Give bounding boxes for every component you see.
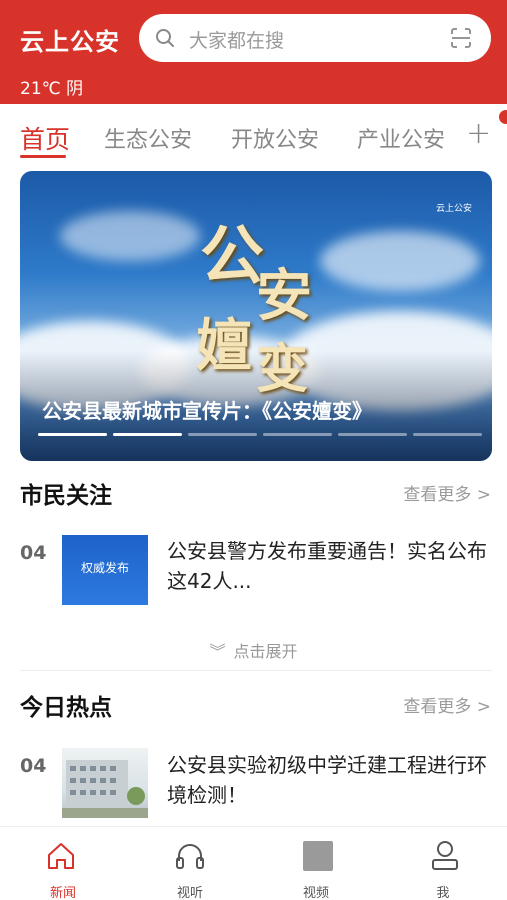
calligraphy-char: 安 bbox=[256, 263, 312, 329]
more-link-citizen[interactable]: 查看更多 > bbox=[403, 480, 491, 505]
tab-open[interactable]: 开放公安 bbox=[231, 122, 319, 154]
news-rank: 04 bbox=[20, 755, 47, 777]
scan-icon[interactable] bbox=[449, 26, 473, 50]
banner-carousel[interactable]: 公 安 嬗 变 云上公安 公安县最新城市宣传片：《公安嬗变》 bbox=[20, 171, 492, 461]
news-title: 公安县实验初级中学迁建工程进行环境检测！ bbox=[167, 753, 487, 807]
section-title-citizen: 市民关注 bbox=[20, 483, 112, 509]
home-icon bbox=[48, 843, 74, 869]
news-title: 公安县警方发布重要通告！实名公布这42人... bbox=[167, 539, 487, 593]
nav-me[interactable]: 我 bbox=[380, 827, 506, 900]
tab-industry[interactable]: 产业公安 bbox=[357, 122, 445, 154]
search-placeholder: 大家都在搜 bbox=[189, 30, 285, 52]
nav-label: 视听 bbox=[176, 886, 203, 900]
search-bar[interactable]: 大家都在搜 bbox=[139, 14, 491, 62]
video-icon bbox=[303, 841, 333, 871]
expand-label: 点击展开 bbox=[233, 642, 298, 661]
nav-label: 我 bbox=[436, 886, 450, 900]
app-title: 云上公安 bbox=[20, 28, 120, 56]
search-icon bbox=[156, 29, 174, 47]
app-header: 云上公安 大家都在搜 21℃ 阴 bbox=[0, 0, 507, 104]
nav-news[interactable]: 新闻 bbox=[0, 827, 126, 900]
banner-caption[interactable]: 公安县最新城市宣传片：《公安嬗变》 bbox=[42, 395, 372, 424]
channel-tabs: 首页 生态公安 开放公安 产业公安 + bbox=[0, 104, 507, 166]
calligraphy-char: 公 bbox=[200, 219, 264, 294]
user-icon bbox=[432, 841, 458, 870]
nav-label: 新闻 bbox=[49, 886, 76, 900]
section-title-hot: 今日热点 bbox=[20, 695, 112, 721]
carousel-indicator bbox=[38, 433, 482, 437]
thumbnail-caption: 权威发布 bbox=[80, 561, 129, 575]
calligraphy-char: 嬗 bbox=[196, 313, 252, 379]
news-rank: 04 bbox=[20, 542, 47, 564]
nav-label: 视频 bbox=[302, 886, 329, 900]
news-thumbnail: 权威发布 bbox=[62, 535, 148, 605]
expand-button[interactable]: ︾ 点击展开 bbox=[0, 638, 507, 662]
plus-icon[interactable]: + bbox=[466, 116, 491, 151]
tab-ecology[interactable]: 生态公安 bbox=[104, 122, 192, 154]
divider bbox=[20, 670, 492, 671]
nav-audio[interactable]: 视听 bbox=[127, 827, 253, 900]
nav-video[interactable]: 视频 bbox=[253, 827, 379, 900]
banner-logo: 云上公安 bbox=[435, 204, 472, 214]
tab-home[interactable]: 首页 bbox=[20, 120, 70, 156]
weather-info: 21℃ 阴 bbox=[20, 79, 84, 99]
chevron-down-icon: ︾ bbox=[209, 642, 226, 661]
news-thumbnail bbox=[62, 748, 148, 818]
more-link-hot[interactable]: 查看更多 > bbox=[403, 692, 491, 717]
headphones-icon bbox=[176, 844, 204, 869]
bottom-nav: 新闻 视听 视频 我 bbox=[0, 826, 507, 900]
tab-indicator bbox=[20, 155, 66, 158]
calligraphy-char: 变 bbox=[256, 339, 309, 400]
